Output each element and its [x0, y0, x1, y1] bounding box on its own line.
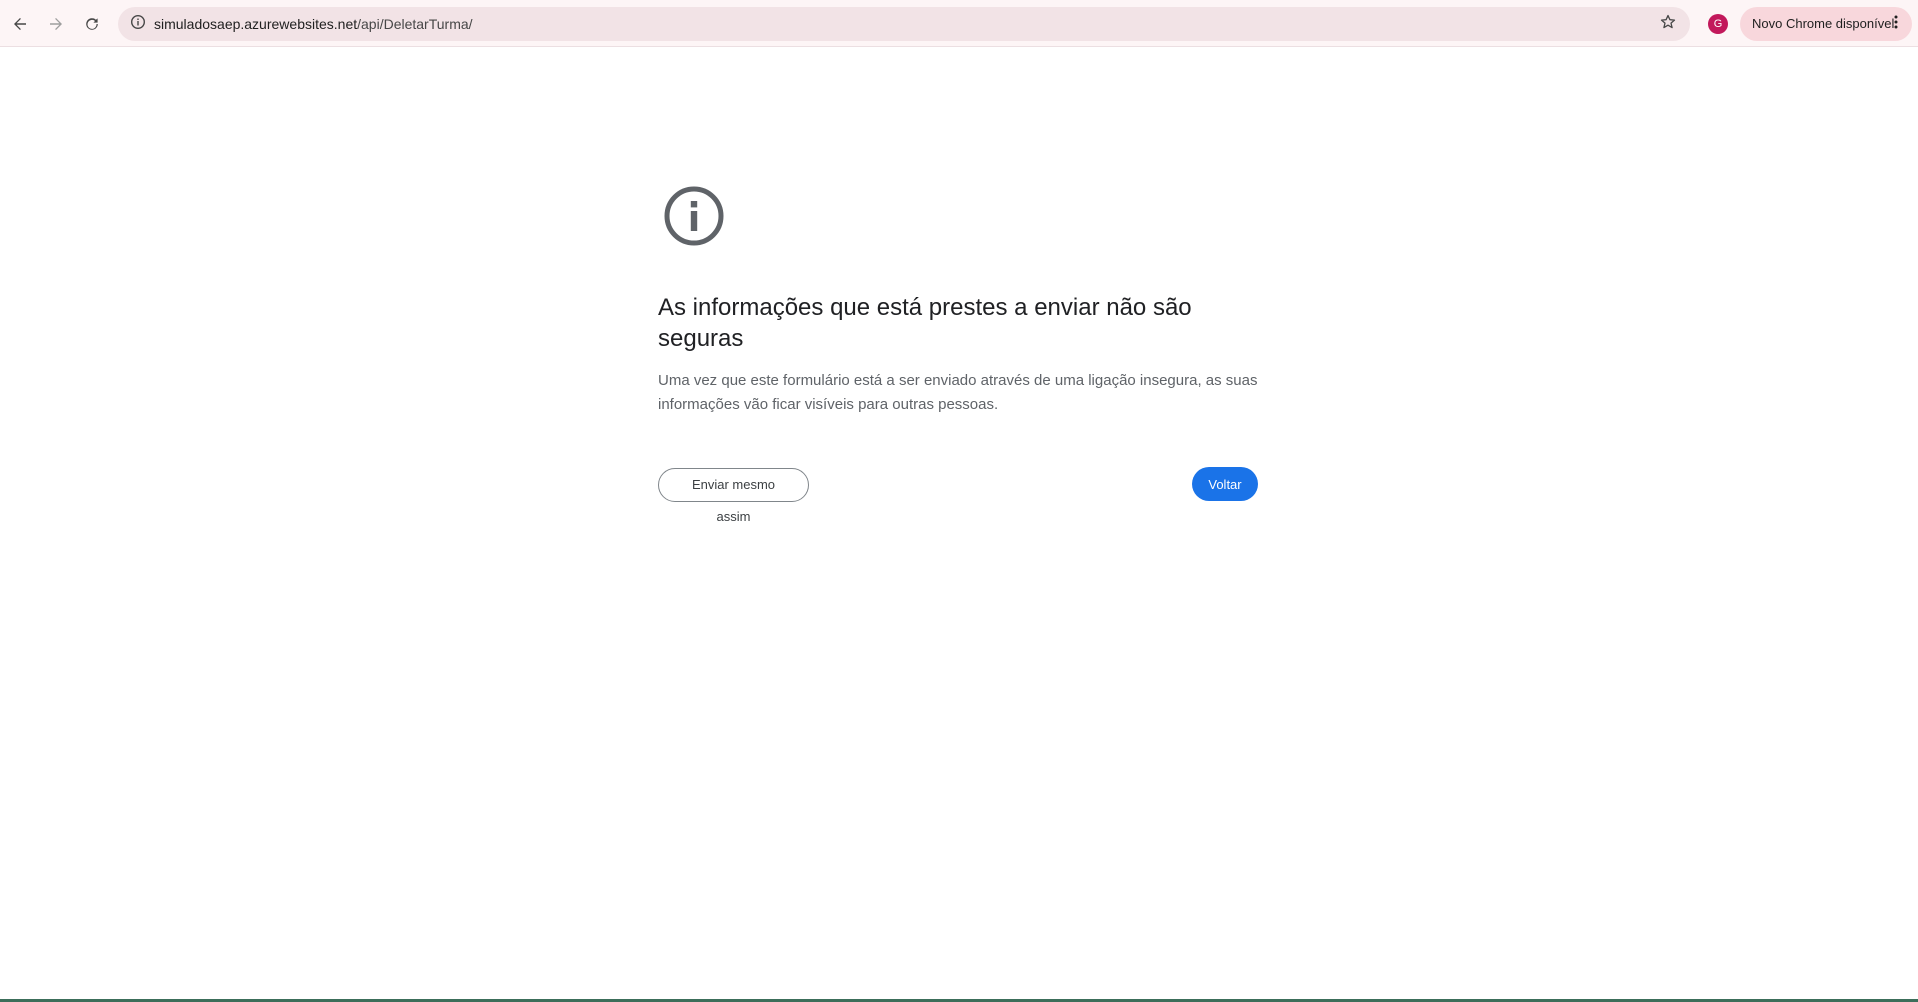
update-chip-label: Novo Chrome disponível	[1752, 16, 1895, 31]
reload-button[interactable]	[76, 8, 108, 40]
browser-toolbar: simuladosaep.azurewebsites.net/api/Delet…	[0, 0, 1918, 47]
browser-menu-button[interactable]	[1884, 12, 1908, 36]
page-title: As informações que está prestes a enviar…	[658, 294, 1192, 352]
url-host: simuladosaep.azurewebsites.net	[154, 16, 358, 32]
url-text[interactable]: simuladosaep.azurewebsites.net/api/Delet…	[154, 7, 473, 41]
update-chrome-chip[interactable]: Novo Chrome disponível	[1740, 7, 1912, 41]
star-icon	[1660, 14, 1676, 35]
info-circle-icon	[130, 14, 146, 35]
back-button-primary[interactable]: Voltar	[1192, 467, 1258, 501]
site-info-button[interactable]	[126, 12, 150, 36]
reload-icon	[84, 16, 100, 32]
back-arrow-icon	[12, 16, 28, 32]
url-path: /api/DeletarTurma/	[357, 16, 473, 32]
bookmark-button[interactable]	[1656, 12, 1680, 36]
address-bar[interactable]: simuladosaep.azurewebsites.net/api/Delet…	[118, 7, 1690, 41]
info-icon	[658, 180, 730, 252]
profile-avatar[interactable]: G	[1708, 14, 1728, 34]
kebab-menu-icon	[1888, 14, 1904, 35]
back-button[interactable]	[4, 8, 36, 40]
forward-button[interactable]	[40, 8, 72, 40]
send-anyway-button[interactable]: Enviar mesmo assim	[658, 468, 809, 524]
page-description: Uma vez que este formulário está a ser e…	[658, 372, 1258, 413]
forward-arrow-icon	[48, 16, 64, 32]
